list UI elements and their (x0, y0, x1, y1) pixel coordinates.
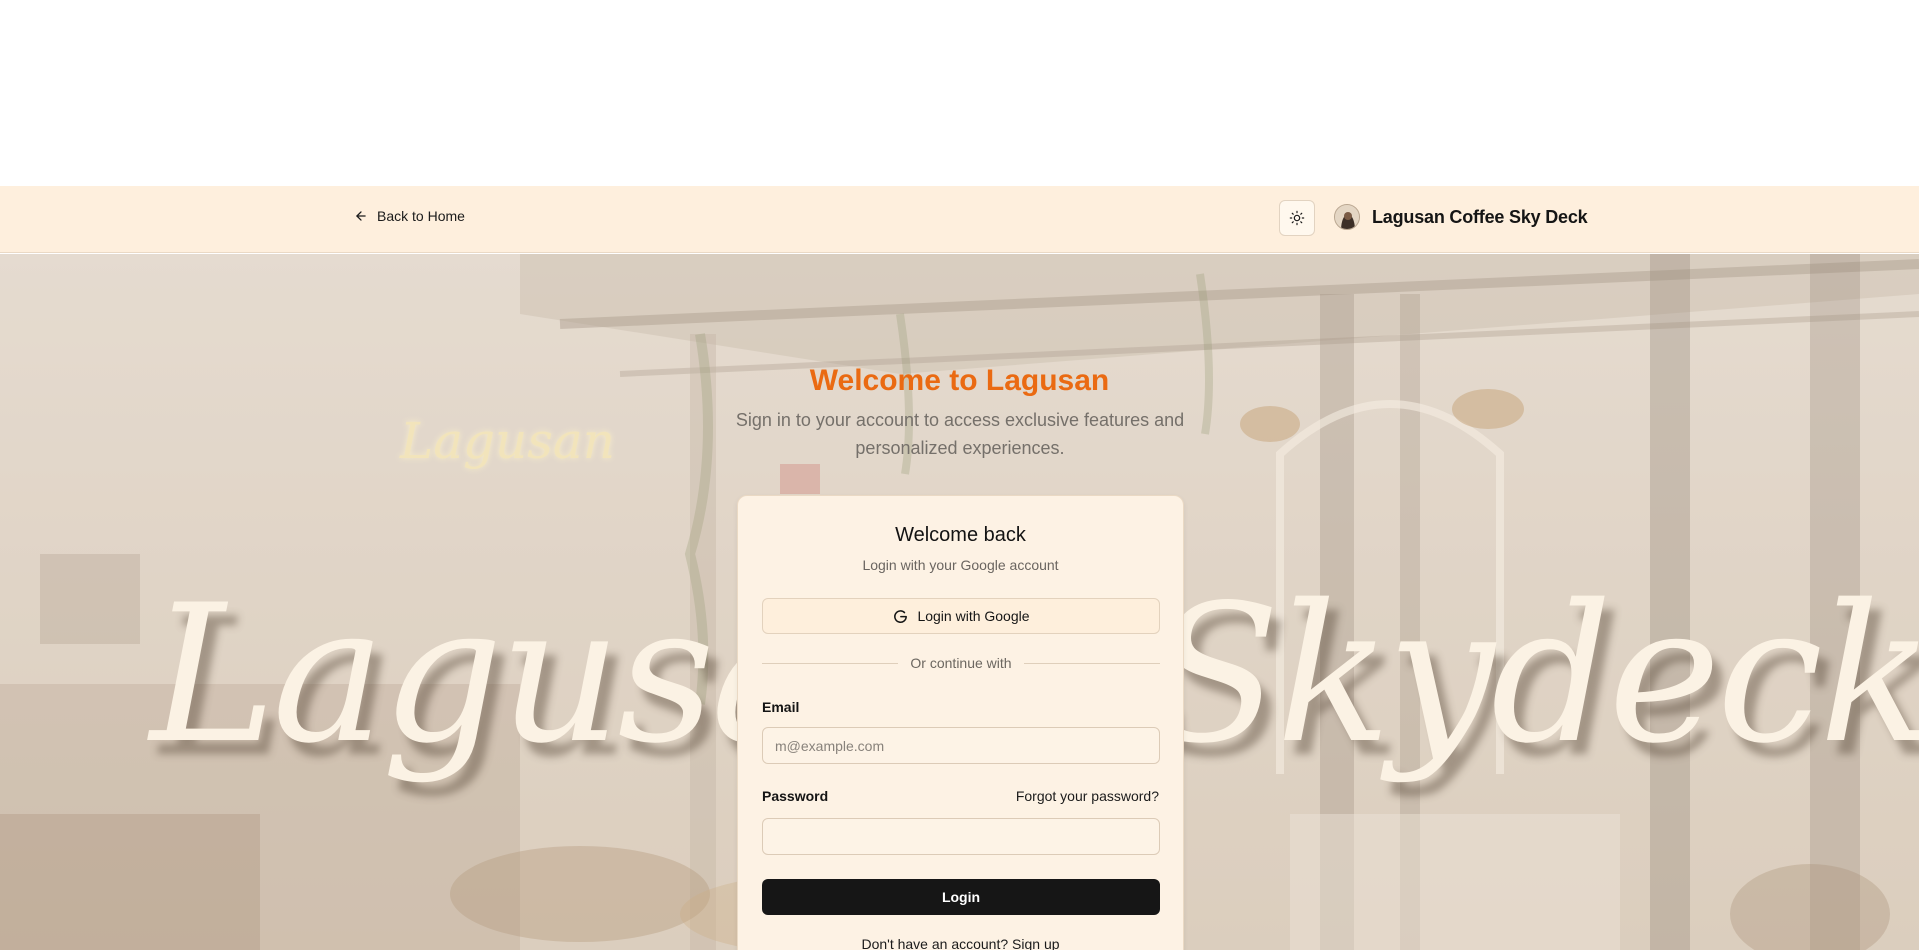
arrow-left-icon (356, 211, 366, 221)
back-to-home-label: Back to Home (377, 208, 465, 224)
neon-sign-text: Lagusan (400, 412, 615, 470)
email-label: Email (762, 699, 800, 715)
divider: Or continue with (762, 653, 1161, 673)
divider-text: Or continue with (910, 655, 1012, 671)
divider-line-left (762, 662, 899, 664)
google-icon (894, 609, 908, 623)
top-header: Back to Home Lagusan Coffee Sky Deck (0, 186, 1919, 253)
google-button-label: Login with Google (917, 608, 1030, 624)
brand-logo (1334, 204, 1360, 230)
login-card: Welcome back Login with your Google acco… (737, 495, 1184, 950)
sun-icon (1289, 210, 1305, 226)
signup-link[interactable]: Sign up (1012, 936, 1059, 950)
email-field[interactable] (762, 727, 1160, 764)
signup-prompt: Don't have an account? (861, 936, 1009, 950)
password-label: Password (762, 788, 829, 804)
page-title: Welcome to Lagusan (809, 364, 1110, 397)
brand-name: Lagusan Coffee Sky Deck (1372, 206, 1588, 227)
back-to-home-link[interactable]: Back to Home (354, 208, 465, 224)
brand[interactable]: Lagusan Coffee Sky Deck (1334, 204, 1588, 230)
forgot-password-link[interactable]: Forgot your password? (1016, 788, 1159, 804)
card-title: Welcome back (895, 524, 1026, 546)
page-subtitle: Sign in to your account to access exclus… (735, 410, 1185, 458)
hero-script-right: Skydeck (1150, 564, 1919, 785)
hero-section: Lagusan Lagusan Skydeck Welcome to Lagus… (0, 254, 1919, 950)
password-field[interactable] (762, 818, 1160, 855)
card-subtitle: Login with your Google account (862, 557, 1059, 573)
theme-toggle-button[interactable] (1279, 200, 1315, 236)
divider-line-right (1023, 662, 1161, 664)
signup-row: Don't have an account? Sign up (738, 936, 1183, 950)
top-blank-area (0, 0, 1919, 186)
login-with-google-button[interactable]: Login with Google (762, 598, 1160, 634)
login-button[interactable]: Login (762, 879, 1160, 915)
